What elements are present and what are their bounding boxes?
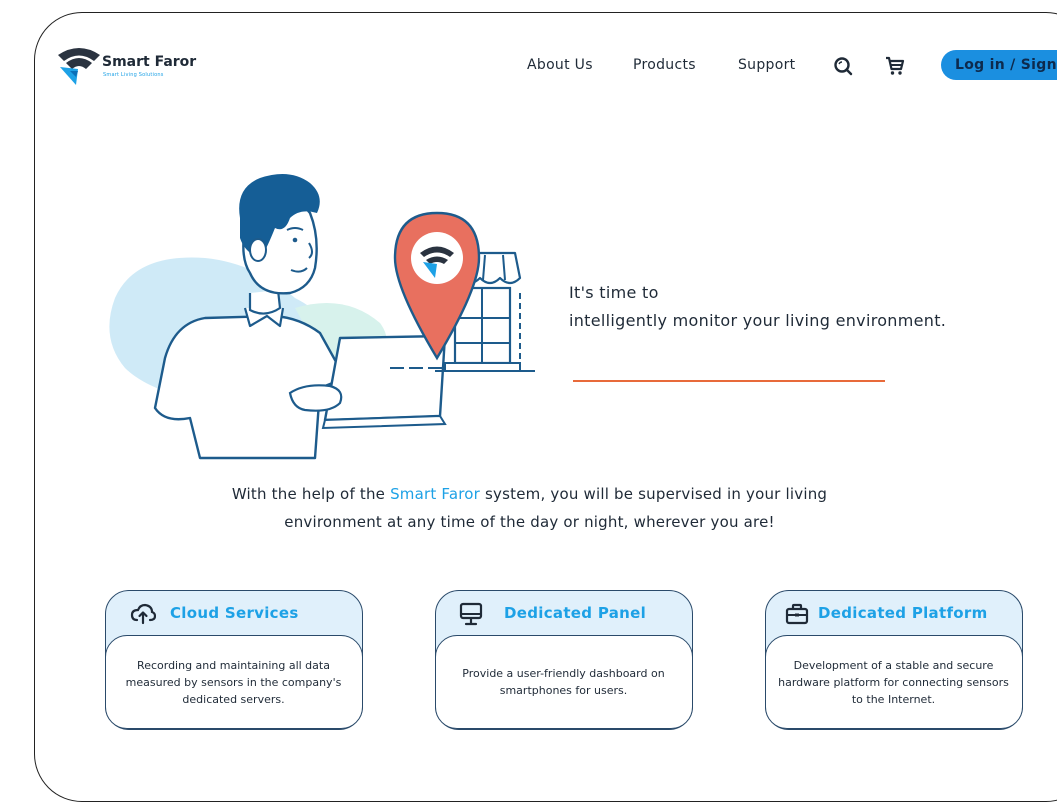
brand-tagline: Smart Living Solutions [103, 72, 164, 78]
intro-text-line1: With the help of the Smart Faror system,… [35, 485, 1057, 503]
briefcase-icon [785, 603, 809, 625]
brand-name[interactable]: Smart Faror [102, 54, 196, 70]
intro-text-part2: system, you will be supervised in your l… [480, 485, 828, 503]
nav-about-us[interactable]: About Us [527, 57, 593, 73]
card-title: Dedicated Platform [818, 604, 988, 622]
card-dedicated-panel[interactable]: Dedicated Panel Provide a user-friendly … [434, 590, 693, 730]
hero-heading-line1: It's time to [569, 283, 659, 302]
card-cloud-services[interactable]: Cloud Services Recording and maintaining… [104, 590, 363, 730]
card-description: Recording and maintaining all data measu… [104, 635, 363, 729]
card-description: Development of a stable and secure hardw… [764, 635, 1023, 729]
hero-heading-line2: intelligently monitor your living enviro… [569, 311, 947, 330]
monitor-icon [459, 602, 483, 626]
login-signup-button[interactable]: Log in / Sign [941, 50, 1057, 80]
intro-text-part1: With the help of the [231, 485, 391, 503]
hero-divider [573, 380, 885, 382]
smart-faror-logo[interactable] [56, 43, 102, 85]
page-frame: Smart Faror Smart Living Solutions About… [34, 12, 1057, 802]
cloud-upload-icon [130, 603, 156, 625]
intro-text-line2: environment at any time of the day or ni… [284, 513, 775, 531]
card-description: Provide a user-friendly dashboard on sma… [434, 635, 693, 729]
intro-brand-name: Smart Faror [390, 485, 481, 503]
nav-products[interactable]: Products [633, 57, 696, 73]
card-dedicated-platform[interactable]: Dedicated Platform Development of a stab… [764, 590, 1023, 730]
nav-support[interactable]: Support [738, 57, 795, 73]
card-title: Cloud Services [170, 604, 299, 622]
cart-icon[interactable] [884, 55, 906, 77]
card-title: Dedicated Panel [504, 604, 647, 622]
hero-illustration [109, 174, 535, 460]
search-icon[interactable] [832, 55, 854, 77]
